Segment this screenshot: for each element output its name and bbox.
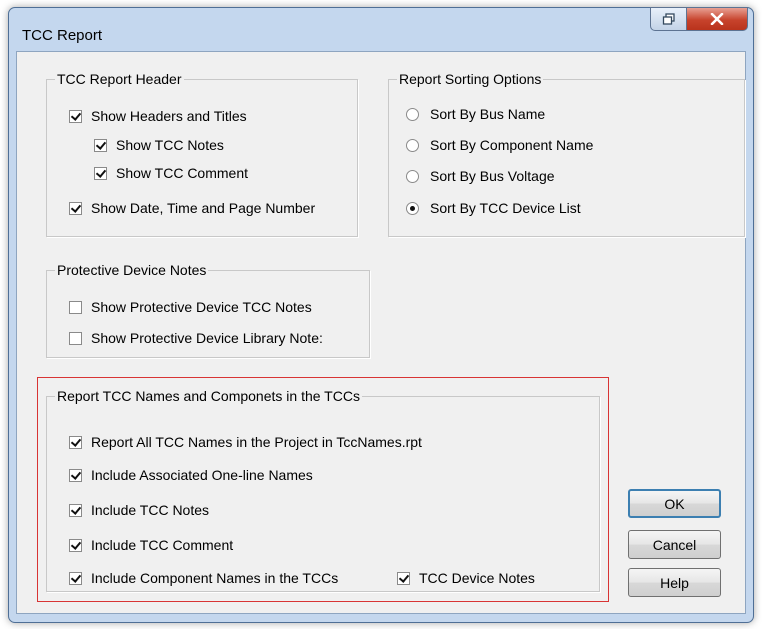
checkbox-icon[interactable]: [69, 109, 82, 123]
show-date-time-page-checkbox[interactable]: Show Date, Time and Page Number: [69, 200, 315, 216]
checkbox-icon[interactable]: [69, 571, 82, 585]
show-protective-device-tcc-notes-checkbox[interactable]: Show Protective Device TCC Notes: [69, 299, 312, 315]
checkbox-icon[interactable]: [94, 138, 107, 152]
help-button[interactable]: Help: [628, 568, 721, 597]
radio-label: Sort By Bus Name: [430, 106, 546, 122]
checkbox-label: Show TCC Comment: [116, 165, 249, 181]
checkbox-label: Report All TCC Names in the Project in T…: [91, 434, 422, 450]
radio-icon[interactable]: [406, 107, 419, 121]
checkbox-label: TCC Device Notes: [419, 570, 535, 586]
window-title: TCC Report: [22, 27, 103, 44]
restore-button[interactable]: [650, 7, 687, 31]
close-button[interactable]: [686, 7, 748, 31]
checkbox-icon[interactable]: [69, 468, 82, 482]
checkbox-icon[interactable]: [69, 435, 82, 449]
title-bar[interactable]: TCC Report: [9, 7, 753, 52]
checkbox-icon[interactable]: [397, 571, 410, 585]
include-component-names-checkbox[interactable]: Include Component Names in the TCCs: [69, 570, 338, 586]
radio-label: Sort By TCC Device List: [430, 200, 581, 216]
checkbox-icon[interactable]: [69, 538, 82, 552]
radio-icon[interactable]: [406, 138, 419, 152]
checkbox-icon[interactable]: [69, 331, 82, 345]
close-icon: [710, 13, 724, 25]
cancel-button[interactable]: Cancel: [628, 530, 721, 559]
include-associated-one-line-names-checkbox[interactable]: Include Associated One-line Names: [69, 467, 313, 483]
checkbox-icon[interactable]: [69, 300, 82, 314]
checkbox-label: Include Component Names in the TCCs: [91, 570, 339, 586]
checkbox-icon[interactable]: [69, 201, 82, 215]
group-title: Protective Device Notes: [55, 262, 209, 279]
tcc-report-dialog: TCC Report TCC Report Header Show Header…: [8, 7, 754, 623]
checkbox-label: Include TCC Comment: [91, 537, 234, 553]
checkbox-label: Include TCC Notes: [91, 502, 210, 518]
group-title: TCC Report Header: [55, 71, 184, 88]
show-tcc-comment-checkbox[interactable]: Show TCC Comment: [94, 165, 248, 181]
sort-by-bus-voltage-radio[interactable]: Sort By Bus Voltage: [406, 168, 555, 184]
report-all-tcc-names-checkbox[interactable]: Report All TCC Names in the Project in T…: [69, 434, 422, 450]
checkbox-label: Show Protective Device TCC Notes: [91, 299, 312, 315]
checkbox-label: Show TCC Notes: [116, 137, 224, 153]
checkbox-icon[interactable]: [69, 503, 82, 517]
checkbox-icon[interactable]: [94, 166, 107, 180]
tcc-device-notes-checkbox[interactable]: TCC Device Notes: [397, 570, 535, 586]
sort-by-bus-name-radio[interactable]: Sort By Bus Name: [406, 106, 545, 122]
checkbox-label: Show Headers and Titles: [91, 108, 247, 124]
sort-by-component-name-radio[interactable]: Sort By Component Name: [406, 137, 593, 153]
radio-label: Sort By Component Name: [430, 137, 594, 153]
checkbox-label: Show Protective Device Library Note:: [91, 330, 323, 346]
radio-label: Sort By Bus Voltage: [430, 168, 555, 184]
checkbox-label: Show Date, Time and Page Number: [91, 200, 316, 216]
group-title: Report Sorting Options: [397, 71, 544, 88]
checkbox-label: Include Associated One-line Names: [91, 467, 313, 483]
group-title: Report TCC Names and Componets in the TC…: [55, 388, 362, 405]
include-tcc-notes-checkbox[interactable]: Include TCC Notes: [69, 502, 209, 518]
dialog-client-area: TCC Report Header Show Headers and Title…: [16, 51, 746, 614]
sort-by-tcc-device-list-radio[interactable]: Sort By TCC Device List: [406, 200, 581, 216]
radio-icon[interactable]: [406, 201, 419, 215]
show-protective-device-library-notes-checkbox[interactable]: Show Protective Device Library Note:: [69, 330, 323, 346]
ok-button[interactable]: OK: [628, 489, 721, 518]
report-tcc-names-group: Report TCC Names and Componets in the TC…: [46, 388, 600, 592]
restore-icon: [662, 13, 675, 25]
show-headers-titles-checkbox[interactable]: Show Headers and Titles: [69, 108, 247, 124]
include-tcc-comment-checkbox[interactable]: Include TCC Comment: [69, 537, 233, 553]
show-tcc-notes-checkbox[interactable]: Show TCC Notes: [94, 137, 224, 153]
radio-icon[interactable]: [406, 169, 419, 183]
